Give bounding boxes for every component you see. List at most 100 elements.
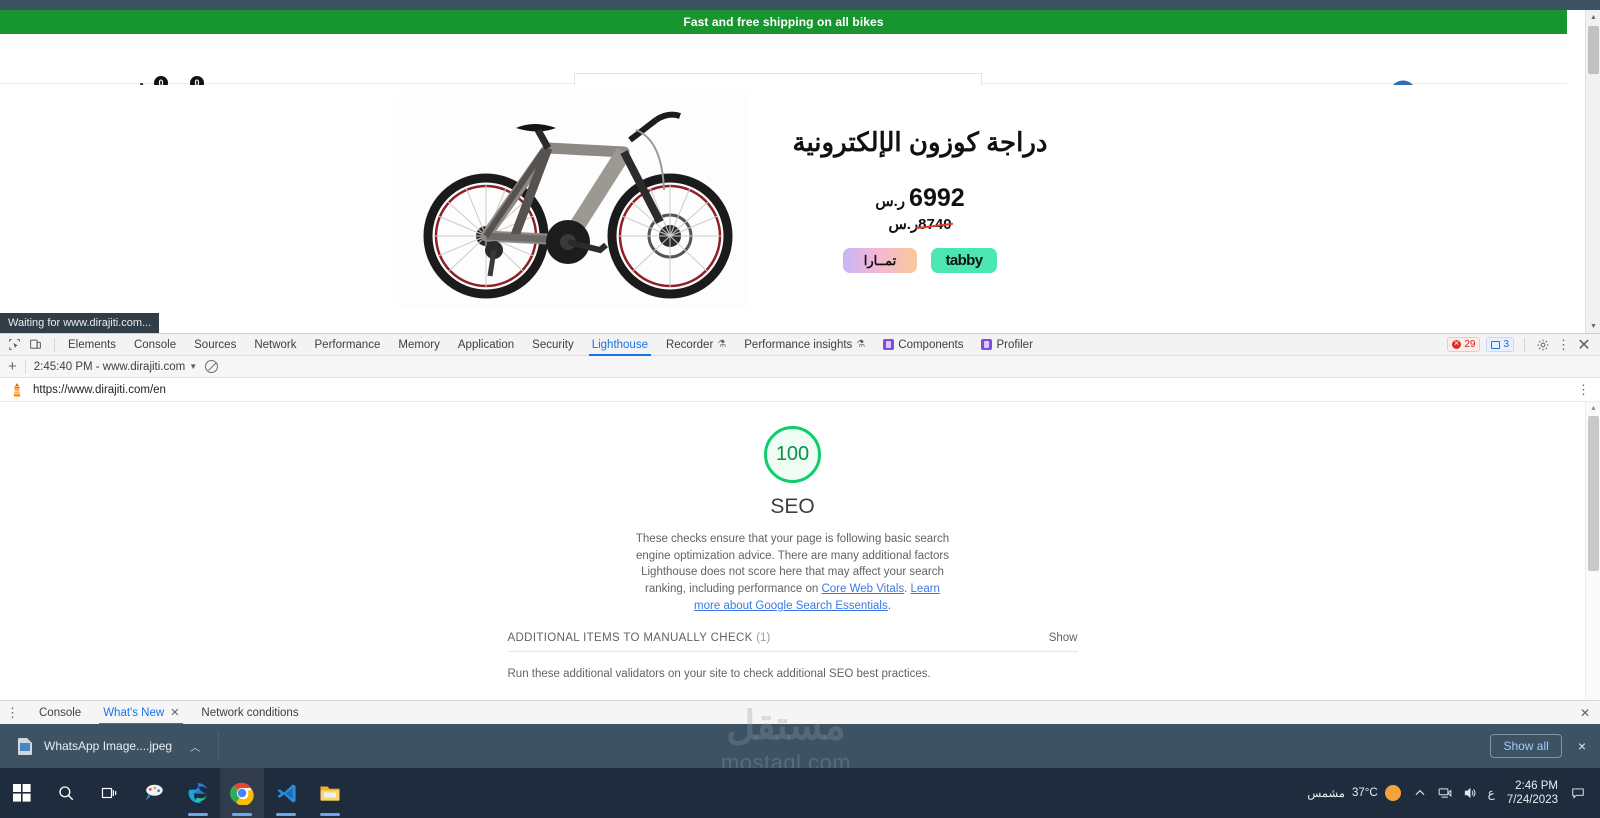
drawer-tab-network-conditions[interactable]: Network conditions <box>191 701 308 725</box>
devtools-tab-performance[interactable]: Performance <box>306 334 390 356</box>
task-view-button[interactable] <box>88 768 132 818</box>
devtools-more-menu-button[interactable]: ⋮ <box>1557 338 1570 351</box>
product-info: دراجة كوزون الإلكترونية 6992ر.س 8740ر.س … <box>770 127 1070 273</box>
devtools-drawer: ⋮ Console What's New ✕ Network condition… <box>0 700 1600 725</box>
keyboard-language-indicator[interactable]: ع <box>1488 786 1495 800</box>
react-extension-icon <box>883 339 895 350</box>
devtools-tab-performance-insights[interactable]: Performance insights ⚗ <box>735 334 874 356</box>
toolbar-divider <box>24 359 26 374</box>
show-all-downloads-button[interactable]: Show all <box>1490 734 1562 758</box>
devtools-tab-profiler[interactable]: Profiler <box>972 334 1041 356</box>
price-value: 6992 <box>909 184 965 212</box>
chrome-app[interactable] <box>220 768 264 818</box>
lighthouse-toolbar: + 2:45:40 PM - www.dirajiti.com ▼ <box>0 356 1600 378</box>
gear-icon <box>1537 338 1549 351</box>
devtools-panel: Elements Console Sources Network Perform… <box>0 333 1600 701</box>
message-icon <box>1491 340 1501 349</box>
product-title: دراجة كوزون الإلكترونية <box>792 127 1048 157</box>
report-selector[interactable]: 2:45:40 PM - www.dirajiti.com ▼ <box>34 361 197 373</box>
devtools-tab-console[interactable]: Console <box>125 334 185 356</box>
page-scrollbar[interactable]: ▲ ▼ <box>1585 10 1600 333</box>
tab-label: Components <box>898 338 964 351</box>
devtools-tab-application[interactable]: Application <box>449 334 523 356</box>
tab-label: Application <box>457 338 515 351</box>
close-icon[interactable]: ✕ <box>170 701 179 725</box>
taskbar-app-group <box>0 768 352 818</box>
page-scrollbar-thumb[interactable] <box>1588 26 1599 74</box>
chevron-up-icon[interactable] <box>1413 786 1427 800</box>
devtools-tab-components[interactable]: Components <box>874 334 972 356</box>
drawer-tab-console[interactable]: Console <box>29 701 91 725</box>
seo-category-title: SEO <box>770 495 815 518</box>
device-toolbar-icon[interactable] <box>29 338 42 351</box>
tab-label: Memory <box>398 338 440 351</box>
lighthouse-more-menu-button[interactable]: ⋮ <box>1577 383 1590 396</box>
download-item[interactable]: WhatsApp Image....jpeg ︿ <box>0 724 200 768</box>
core-web-vitals-link[interactable]: Core Web Vitals <box>821 583 904 595</box>
status-bar-text: Waiting for www.dirajiti.com... <box>8 317 152 329</box>
vscode-app[interactable] <box>264 768 308 818</box>
seo-description-part3: . <box>887 599 891 612</box>
tabby-badge[interactable]: tabby <box>931 248 997 273</box>
drawer-tab-whats-new[interactable]: What's New ✕ <box>93 701 189 725</box>
devtools-tab-sources[interactable]: Sources <box>185 334 245 356</box>
search-icon <box>59 786 74 801</box>
scroll-up-arrow-icon[interactable]: ▲ <box>1586 10 1600 24</box>
error-count-badge[interactable]: 29 <box>1447 337 1481 352</box>
devtools-tab-memory[interactable]: Memory <box>389 334 449 356</box>
tamara-badge[interactable]: تمــارا <box>843 248 917 273</box>
clear-reports-icon[interactable] <box>205 360 219 373</box>
devtools-tab-lighthouse[interactable]: Lighthouse <box>583 334 657 356</box>
settings-button[interactable] <box>1535 337 1551 353</box>
tab-label: Performance <box>314 338 381 351</box>
tab-label: Sources <box>194 338 237 351</box>
clock-time: 2:46 PM <box>1515 779 1558 792</box>
window-top-strip <box>0 0 1600 10</box>
notifications-icon[interactable] <box>1570 786 1586 800</box>
system-tray: 37°C مشمس ع 2:46 PM 7/24/2023 <box>1307 779 1600 808</box>
section-manual-check-show-button[interactable]: Show <box>1049 632 1078 644</box>
message-count-badge[interactable]: 3 <box>1486 337 1514 352</box>
devtools-tab-recorder[interactable]: Recorder ⚗ <box>657 334 735 356</box>
section-manual-check-title: ADDITIONAL ITEMS TO MANUALLY CHECK (1) <box>508 632 771 644</box>
network-icon[interactable] <box>1438 786 1452 800</box>
edge-app[interactable] <box>176 768 220 818</box>
devtools-scrollbar-thumb[interactable] <box>1588 416 1599 571</box>
weather-description: مشمس <box>1307 788 1345 800</box>
drawer-tab-label: What's New <box>103 706 165 719</box>
devtools-tab-network[interactable]: Network <box>245 334 305 356</box>
devtools-close-button[interactable]: ✕ <box>1576 337 1592 354</box>
drawer-close-button[interactable]: ✕ <box>1580 706 1590 720</box>
windows-logo-icon <box>13 784 31 802</box>
file-explorer-app[interactable] <box>308 768 352 818</box>
paint-app[interactable] <box>132 768 176 818</box>
section-manual-check: ADDITIONAL ITEMS TO MANUALLY CHECK (1) S… <box>507 632 1078 653</box>
search-button[interactable] <box>44 768 88 818</box>
chevron-up-icon[interactable]: ︿ <box>190 739 200 754</box>
browser-page-viewport: Fast and free shipping on all bikes 0 0 … <box>0 0 1600 333</box>
scroll-up-arrow-icon[interactable]: ▲ <box>1586 402 1600 414</box>
weather-widget[interactable]: 37°C مشمس <box>1307 785 1401 801</box>
devtools-scrollbar[interactable]: ▲ <box>1585 402 1600 701</box>
clock-widget[interactable]: 2:46 PM 7/24/2023 <box>1507 779 1558 808</box>
file-icon <box>18 737 32 755</box>
old-price-currency: ر.س <box>888 216 919 233</box>
volume-icon[interactable] <box>1463 786 1477 800</box>
chrome-icon <box>230 782 254 805</box>
devtools-tab-elements[interactable]: Elements <box>59 334 125 356</box>
close-shelf-button[interactable]: × <box>1578 738 1586 754</box>
drawer-more-menu-button[interactable]: ⋮ <box>6 706 19 719</box>
toolbar-divider <box>1524 337 1525 352</box>
beta-flask-icon: ⚗ <box>856 338 866 350</box>
scroll-down-arrow-icon[interactable]: ▼ <box>1586 319 1600 333</box>
start-button[interactable] <box>0 768 44 818</box>
drawer-tab-label: Console <box>39 706 82 719</box>
devtools-tab-security[interactable]: Security <box>523 334 583 356</box>
react-extension-icon <box>981 339 993 350</box>
error-icon <box>1452 338 1462 349</box>
new-report-button[interactable]: + <box>8 359 17 374</box>
task-view-icon <box>101 787 117 799</box>
tab-label: Lighthouse <box>591 338 648 351</box>
devtools-tabbar: Elements Console Sources Network Perform… <box>0 334 1600 356</box>
inspect-element-icon[interactable] <box>8 338 21 351</box>
